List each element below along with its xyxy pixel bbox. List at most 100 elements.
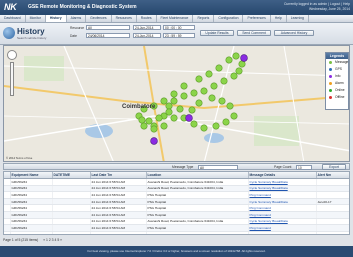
history-point-marker[interactable] xyxy=(220,77,228,85)
map-pan-control[interactable] xyxy=(7,50,17,60)
history-point-marker[interactable] xyxy=(180,82,188,90)
advanced-history-button[interactable]: Advanced History xyxy=(274,30,314,36)
map-zoom-slider[interactable] xyxy=(10,62,14,96)
table-row[interactable]: GRU56234 24 Jun 2014 6:58:54 AM PSG Hospit… xyxy=(4,198,349,206)
table-row[interactable]: GRU56234 24 Jun 2014 6:58:54 AM Avanashi R… xyxy=(4,185,349,193)
history-point-marker[interactable] xyxy=(215,64,223,72)
brand-logo[interactable]: NK xyxy=(4,2,17,12)
legend-item: GPS xyxy=(326,66,348,73)
table-row[interactable]: GRU56234 24 Jun 2014 6:58:54 AM Avanashi R… xyxy=(4,178,349,186)
history-point-marker[interactable] xyxy=(226,102,234,110)
pager-links[interactable]: « 1 2 3 4 5 » xyxy=(43,238,62,242)
info-point-marker[interactable] xyxy=(240,54,248,62)
history-point-marker[interactable] xyxy=(195,99,203,107)
history-point-marker[interactable] xyxy=(232,52,240,60)
user-line[interactable]: Currently logged in as admin | Logout | … xyxy=(284,2,350,7)
history-point-marker[interactable] xyxy=(222,118,230,126)
message-details-cell[interactable]: Cycle Summary Break/Data xyxy=(248,218,317,226)
history-point-marker[interactable] xyxy=(235,67,243,75)
start-date-input[interactable]: 24-Jun-2014 xyxy=(133,25,161,30)
history-point-marker[interactable] xyxy=(160,122,168,130)
page-count-select[interactable]: 10 xyxy=(296,164,312,170)
history-point-marker[interactable] xyxy=(200,124,208,132)
start-time-input[interactable]: 00 : 00 : 00 xyxy=(163,25,195,30)
table-row[interactable]: GRU56234 24 Jun 2014 6:58:54 AM PSG Hospit… xyxy=(4,231,349,234)
message-details-cell[interactable]: Cycle Summary Break/Data xyxy=(248,185,317,193)
info-point-marker[interactable] xyxy=(150,137,158,145)
nav-tab-configuration[interactable]: Configuration xyxy=(214,15,244,22)
nav-tab-resources[interactable]: Resources xyxy=(112,15,137,22)
table-row[interactable]: GRU56234 24 Jun 2014 6:58:54 AM PSG Hospit… xyxy=(4,191,349,199)
equipment-name-cell: GRU56234 xyxy=(10,204,53,212)
history-point-marker[interactable] xyxy=(170,90,178,98)
app-title: GSE Remote Monitoring & Diagnostic Syste… xyxy=(28,4,137,10)
legend-item: Alarm xyxy=(326,80,348,87)
history-point-marker[interactable] xyxy=(188,106,196,114)
message-details-cell[interactable]: Cycle Summary Break/Data xyxy=(248,231,317,234)
info-point-marker[interactable] xyxy=(185,114,193,122)
history-point-marker[interactable] xyxy=(230,72,238,80)
nav-tab-dashboard[interactable]: Dashboard xyxy=(0,15,26,22)
resource-select[interactable]: All xyxy=(86,25,130,30)
nav-tab-help[interactable]: Help xyxy=(271,15,287,22)
nav-tab-monitor[interactable]: Monitor xyxy=(26,15,46,22)
message-details-cell[interactable]: Cycle Summary Break/Data xyxy=(248,178,317,186)
message-details-cell[interactable]: Ping Command xyxy=(248,191,317,199)
table-row[interactable]: GRU56234 24 Jun 2014 6:58:54 AM PSG Hospit… xyxy=(4,204,349,212)
update-results-button[interactable]: Update Results xyxy=(200,30,234,36)
message-details-cell[interactable]: Ping Command xyxy=(248,224,317,232)
end-date-input[interactable]: 24-Jun-2014 xyxy=(133,33,161,38)
history-point-marker[interactable] xyxy=(210,82,218,90)
history-point-marker[interactable] xyxy=(170,97,178,105)
nav-tab-geofences[interactable]: Geofences xyxy=(86,15,112,22)
nav-tab-alarms[interactable]: Alarms xyxy=(67,15,87,22)
history-point-marker[interactable] xyxy=(165,102,173,110)
nav-tab-routes[interactable]: Routes xyxy=(137,15,157,22)
history-point-marker[interactable] xyxy=(218,97,226,105)
history-point-marker[interactable] xyxy=(200,87,208,95)
map-canvas[interactable] xyxy=(4,46,350,162)
date-label: Date xyxy=(70,34,77,38)
history-point-marker[interactable] xyxy=(180,92,188,100)
history-point-marker[interactable] xyxy=(160,97,168,105)
legend-label: Online xyxy=(335,88,345,92)
message-type-label: Message Type xyxy=(172,165,194,169)
history-map[interactable]: Coimbatore Legends Message GPS Info Alarm On… xyxy=(3,45,350,162)
message-type-select[interactable]: All xyxy=(198,164,238,170)
history-point-marker[interactable] xyxy=(225,56,233,64)
history-point-marker[interactable] xyxy=(195,75,203,83)
last-date-cell: 24 Jun 2014 6:58:54 AM xyxy=(90,204,147,212)
table-row[interactable]: GRU56234 24 Jun 2014 6:58:54 AM PSG Hospit… xyxy=(4,224,349,232)
history-point-marker[interactable] xyxy=(238,60,246,68)
history-point-marker[interactable] xyxy=(140,122,148,130)
export-button[interactable]: Export xyxy=(322,164,346,170)
history-point-marker[interactable] xyxy=(205,70,213,78)
nav-tab-learning[interactable]: Learning xyxy=(287,15,309,22)
message-details-cell[interactable]: Ping Command xyxy=(248,211,317,219)
message-details-cell[interactable]: Cycle Summary Break/Data xyxy=(248,198,317,206)
history-point-marker[interactable] xyxy=(212,122,220,130)
history-point-marker[interactable] xyxy=(155,114,163,122)
history-point-marker[interactable] xyxy=(176,105,184,113)
nav-tab-fleet-maintenance[interactable]: Fleet Maintenance xyxy=(157,15,194,22)
history-point-marker[interactable] xyxy=(190,120,198,128)
nav-tab-history[interactable]: History xyxy=(45,15,67,22)
table-row[interactable]: GRU56234 24 Jun 2014 6:58:54 AM Avanashi R… xyxy=(4,218,349,226)
history-point-marker[interactable] xyxy=(170,114,178,122)
history-point-marker[interactable] xyxy=(138,116,146,124)
end-time-input[interactable]: 23 : 59 : 59 xyxy=(163,33,195,38)
table-row[interactable]: GRU56234 24 Jun 2014 6:58:54 AM PSG Hospit… xyxy=(4,211,349,219)
history-point-marker[interactable] xyxy=(150,125,158,133)
history-point-marker[interactable] xyxy=(165,108,173,116)
map-copyright[interactable]: © 2014 Terms of Use xyxy=(6,156,32,160)
nav-tab-preferences[interactable]: Preferences xyxy=(243,15,271,22)
send-comment-button[interactable]: Send Comment xyxy=(237,30,271,36)
message-details-cell[interactable]: Ping Command xyxy=(248,204,317,212)
history-point-marker[interactable] xyxy=(230,112,238,120)
history-point-marker[interactable] xyxy=(145,117,153,125)
history-point-marker[interactable] xyxy=(190,89,198,97)
history-point-marker[interactable] xyxy=(208,94,216,102)
equipment-name-cell: GRU56234 xyxy=(10,191,53,199)
date-input[interactable]: 24/06/2014 xyxy=(86,33,130,38)
nav-tab-reports[interactable]: Reports xyxy=(193,15,215,22)
